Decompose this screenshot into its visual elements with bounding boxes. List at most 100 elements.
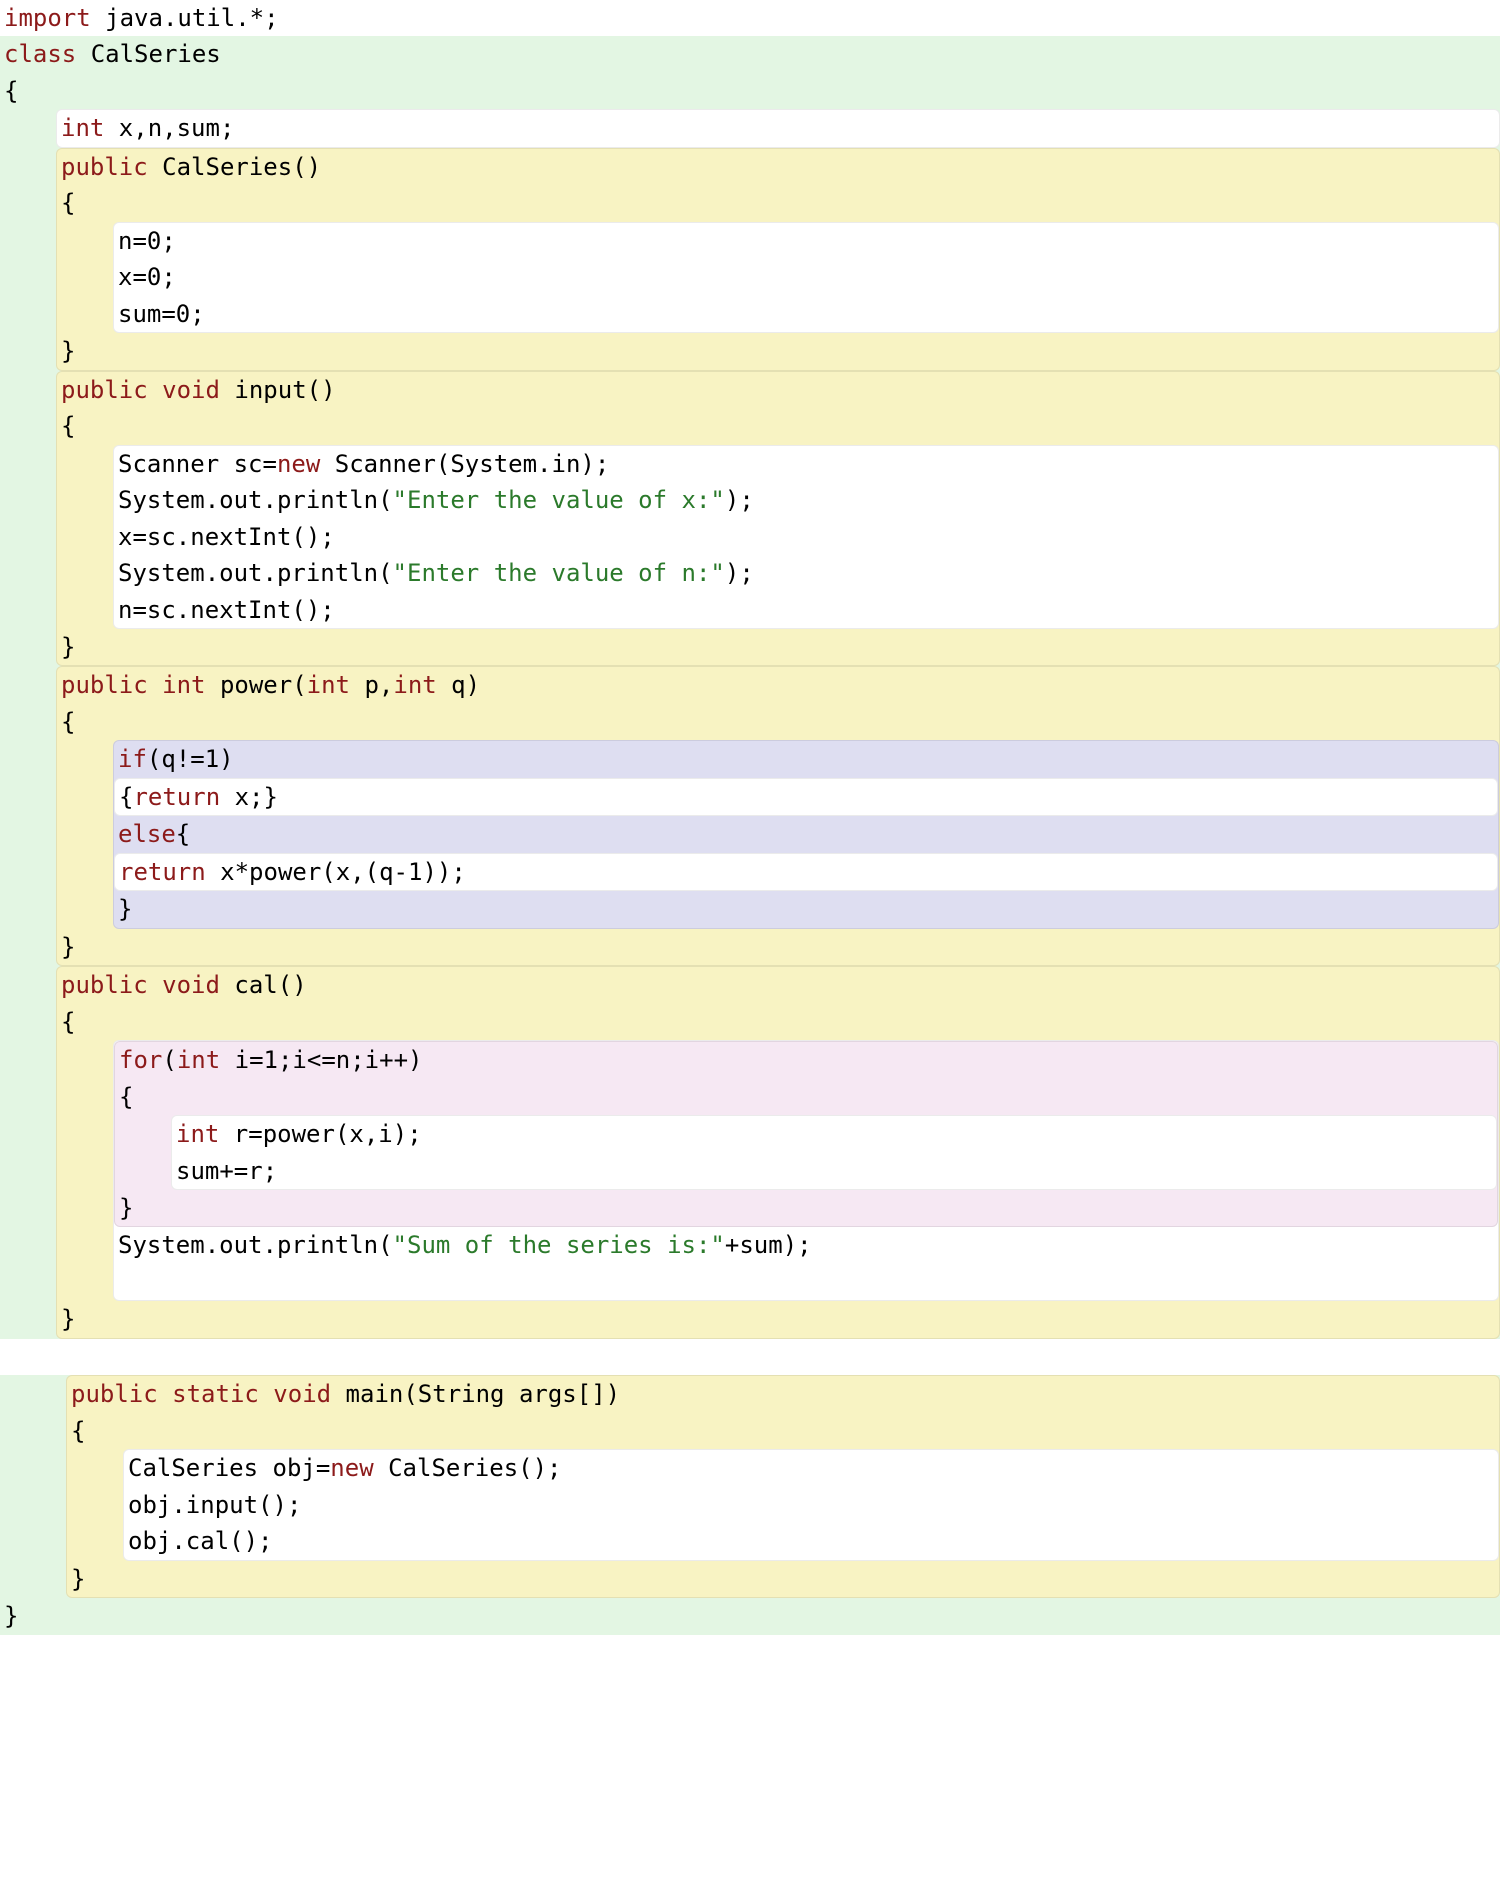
keyword: int — [393, 671, 436, 699]
code-text: ); — [725, 486, 754, 514]
keyword: int — [148, 671, 206, 699]
keyword: public — [61, 153, 148, 181]
constructor-body: n=0; x=0; sum=0; — [113, 222, 1499, 333]
keyword: public — [61, 376, 148, 404]
input-body: Scanner sc=new Scanner(System.in); Syste… — [113, 445, 1499, 629]
code-text: ); — [725, 559, 754, 587]
code-line: } — [67, 1561, 1499, 1597]
code-text: i=1;i<=n;i++) — [220, 1046, 422, 1074]
code-listing: import java.util.*; class CalSeries { in… — [0, 0, 1500, 1635]
code-text: } — [119, 1194, 133, 1222]
code-line: obj.input(); — [124, 1487, 1498, 1523]
code-line: System.out.println("Sum of the series is… — [114, 1227, 1498, 1263]
code-text: System.out.println( — [118, 559, 393, 587]
code-text: java.util.*; — [91, 4, 279, 32]
keyword: return — [119, 858, 206, 886]
code-text: x=0; — [118, 263, 176, 291]
code-text: { — [4, 77, 18, 105]
code-line: n=sc.nextInt(); — [114, 592, 1498, 628]
keyword: new — [277, 450, 320, 478]
code-text: CalSeries obj= — [128, 1454, 330, 1482]
constructor-block: public CalSeries() { n=0; x=0; sum=0; } — [56, 148, 1500, 371]
code-text: n=0; — [118, 227, 176, 255]
code-text: q) — [437, 671, 480, 699]
keyword: return — [133, 783, 220, 811]
main-body: CalSeries obj=new CalSeries(); obj.input… — [123, 1449, 1499, 1560]
code-text: ( — [162, 1046, 176, 1074]
keyword: int — [61, 114, 104, 142]
code-text: { — [119, 783, 133, 811]
code-text: { — [61, 412, 75, 440]
keyword: public — [61, 971, 148, 999]
keyword: int — [307, 671, 350, 699]
code-text: input() — [220, 376, 336, 404]
code-line: public static void main(String args[]) — [67, 1376, 1499, 1412]
method-power-block: public int power(int p,int q) { if(q!=1)… — [56, 666, 1500, 966]
code-line — [0, 1339, 1500, 1375]
code-line: {return x;} — [114, 778, 1498, 816]
code-text: { — [119, 1083, 133, 1111]
keyword: static — [158, 1380, 259, 1408]
code-line: n=0; — [114, 223, 1498, 259]
code-line: sum=0; — [114, 296, 1498, 332]
code-text: CalSeries() — [148, 153, 321, 181]
code-line: else{ — [114, 816, 1498, 852]
code-text: obj.cal(); — [128, 1527, 273, 1555]
code-line: { — [57, 1004, 1499, 1040]
keyword: public — [71, 1380, 158, 1408]
string-literal: "Sum of the series is:" — [393, 1231, 725, 1259]
keyword: int — [177, 1046, 220, 1074]
keyword: if — [118, 745, 147, 773]
code-line: for(int i=1;i<=n;i++) — [115, 1042, 1497, 1078]
code-text: main(String args[]) — [331, 1380, 620, 1408]
code-line: Scanner sc=new Scanner(System.in); — [114, 446, 1498, 482]
method-input-block: public void input() { Scanner sc=new Sca… — [56, 371, 1500, 667]
code-line: } — [57, 629, 1499, 665]
code-text: n=sc.nextInt(); — [118, 596, 335, 624]
code-text: } — [61, 633, 75, 661]
code-text: } — [118, 895, 132, 923]
code-text: power( — [206, 671, 307, 699]
code-text: } — [61, 337, 75, 365]
cal-body: for(int i=1;i<=n;i++) { int r=power(x,i)… — [113, 1040, 1499, 1301]
code-text: +sum); — [725, 1231, 812, 1259]
code-line: } — [57, 929, 1499, 965]
code-text: r=power(x,i); — [219, 1120, 421, 1148]
keyword: public — [61, 671, 148, 699]
code-text: obj.input(); — [128, 1491, 301, 1519]
code-line — [114, 1264, 1498, 1300]
keyword: new — [330, 1454, 373, 1482]
field-block: int x,n,sum; — [56, 109, 1500, 147]
code-line: int r=power(x,i); — [172, 1116, 1496, 1152]
code-line: obj.cal(); — [124, 1523, 1498, 1559]
code-text: CalSeries — [76, 40, 221, 68]
keyword: import — [4, 4, 91, 32]
keyword: class — [4, 40, 76, 68]
keyword: void — [148, 971, 220, 999]
code-line: } — [114, 891, 1498, 927]
code-line: { — [67, 1413, 1499, 1449]
code-text: p, — [350, 671, 393, 699]
code-line: } — [0, 1598, 1500, 1634]
code-text: CalSeries(); — [374, 1454, 562, 1482]
code-text: } — [71, 1565, 85, 1593]
code-text: { — [71, 1417, 85, 1445]
code-line: { — [0, 73, 1500, 109]
code-line: import java.util.*; — [0, 0, 1500, 36]
code-text: { — [61, 1008, 75, 1036]
code-line: class CalSeries — [0, 36, 1500, 72]
class-block: class CalSeries { int x,n,sum; public Ca… — [0, 36, 1500, 1634]
code-line: public int power(int p,int q) — [57, 667, 1499, 703]
code-text: } — [61, 1305, 75, 1333]
code-text: System.out.println( — [118, 486, 393, 514]
code-text: sum+=r; — [176, 1157, 277, 1185]
string-literal: "Enter the value of n:" — [393, 559, 725, 587]
code-text: System.out.println( — [118, 1231, 393, 1259]
code-text: x=sc.nextInt(); — [118, 523, 335, 551]
code-line: { — [115, 1079, 1497, 1115]
code-text: sum=0; — [118, 300, 205, 328]
code-line: { — [57, 704, 1499, 740]
code-line: CalSeries obj=new CalSeries(); — [124, 1450, 1498, 1486]
code-line: { — [57, 185, 1499, 221]
code-line: } — [57, 333, 1499, 369]
